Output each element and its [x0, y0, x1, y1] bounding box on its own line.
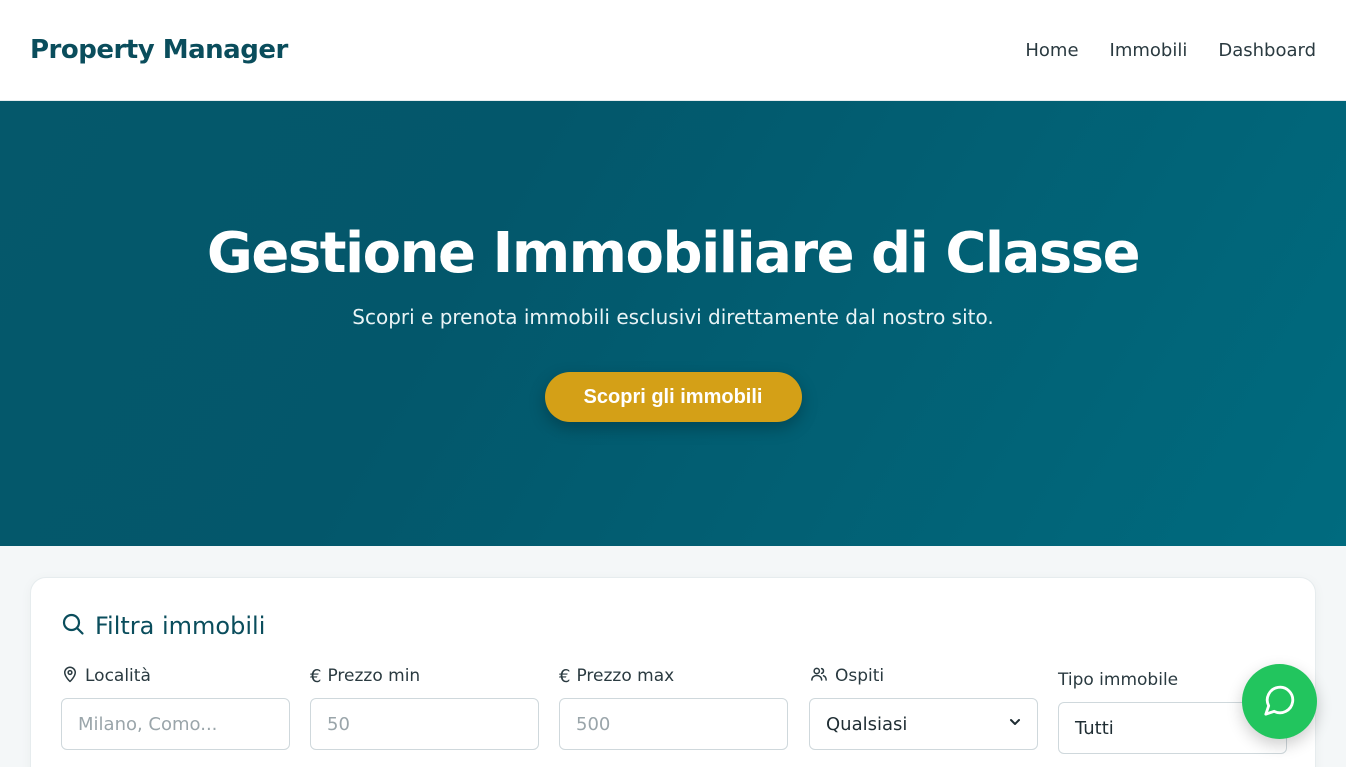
- chevron-down-icon: [1009, 716, 1021, 732]
- location-field: Località: [61, 664, 290, 750]
- min-price-label: € Prezzo min: [310, 665, 421, 687]
- max-price-input[interactable]: [559, 698, 788, 750]
- min-price-input[interactable]: [310, 698, 539, 750]
- guests-field: Ospiti Qualsiasi: [809, 664, 1038, 750]
- map-pin-icon: [61, 665, 79, 688]
- chat-button[interactable]: [1242, 664, 1317, 739]
- chat-bubble-icon: [1263, 683, 1297, 720]
- euro-icon: €: [559, 665, 571, 687]
- max-price-field: € Prezzo max: [559, 664, 788, 750]
- location-label: Località: [61, 664, 290, 688]
- users-icon: [809, 665, 829, 688]
- nav-links: Home Immobili Dashboard: [1025, 40, 1316, 61]
- hero-section: Gestione Immobiliare di Classe Scopri e …: [0, 101, 1346, 546]
- min-price-field: € Prezzo min: [310, 664, 539, 750]
- filter-card: Filtra immobili Località € Prezzo min € …: [30, 577, 1316, 767]
- search-icon: [61, 612, 85, 640]
- filter-header: Filtra immobili: [61, 612, 265, 640]
- nav-link-dashboard[interactable]: Dashboard: [1218, 40, 1316, 61]
- navbar: Property Manager Home Immobili Dashboard: [0, 0, 1346, 101]
- hero-subtitle: Scopri e prenota immobili esclusivi dire…: [352, 305, 994, 329]
- brand-logo[interactable]: Property Manager: [30, 35, 288, 65]
- hero-title: Gestione Immobiliare di Classe: [206, 221, 1141, 286]
- nav-link-immobili[interactable]: Immobili: [1110, 40, 1188, 61]
- location-input[interactable]: [61, 698, 290, 750]
- euro-icon: €: [310, 665, 322, 687]
- filter-title: Filtra immobili: [95, 612, 266, 640]
- nav-link-home[interactable]: Home: [1025, 40, 1078, 61]
- guests-label: Ospiti: [809, 664, 1038, 688]
- discover-properties-button[interactable]: Scopri gli immobili: [544, 372, 802, 422]
- max-price-label: € Prezzo max: [559, 665, 675, 687]
- guests-select[interactable]: Qualsiasi: [809, 698, 1038, 750]
